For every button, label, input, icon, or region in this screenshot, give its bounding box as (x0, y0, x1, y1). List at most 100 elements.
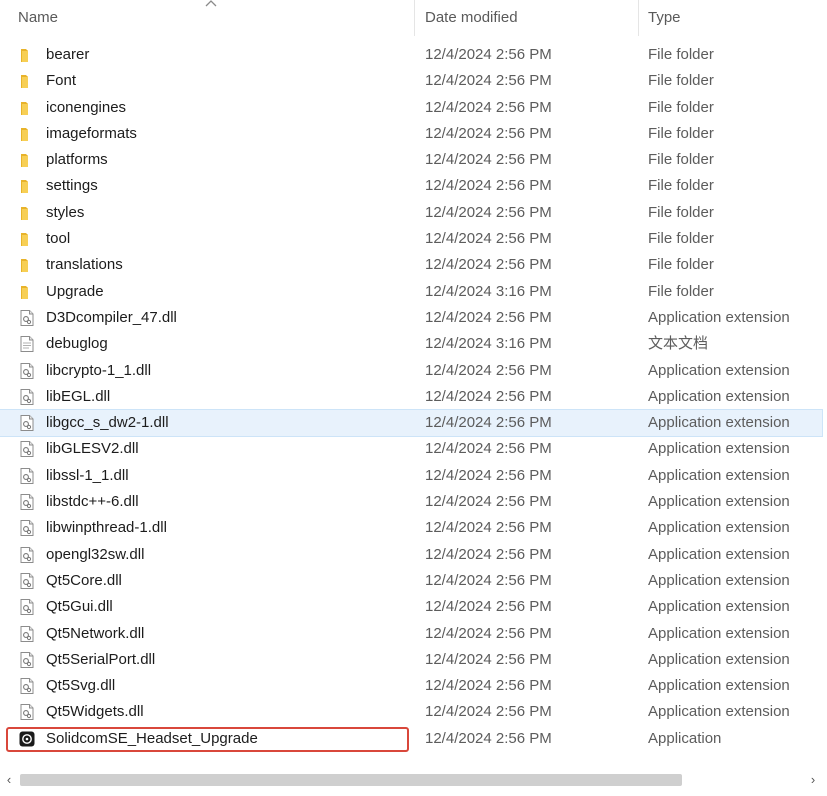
file-type: File folder (648, 72, 714, 90)
dll-file-icon (18, 467, 36, 485)
file-row[interactable]: Qt5Widgets.dll 12/4/2024 2:56 PM Applicati… (0, 699, 822, 725)
horizontal-scrollbar[interactable]: ‹ › (0, 768, 827, 792)
file-name: iconengines (46, 98, 127, 116)
scroll-right-arrow-icon[interactable]: › (806, 772, 820, 788)
file-date-modified: 12/4/2024 2:56 PM (425, 46, 552, 63)
folder-icon (18, 46, 36, 64)
file-row[interactable]: iconengines 12/4/2024 2:56 PM File folder (0, 95, 822, 121)
file-row[interactable]: settings 12/4/2024 2:56 PM File folder (0, 173, 822, 199)
file-name: Upgrade (46, 282, 104, 300)
file-date-modified: 12/4/2024 2:56 PM (425, 466, 552, 484)
file-date-modified: 12/4/2024 2:56 PM (425, 414, 552, 432)
dll-file-icon (18, 625, 36, 643)
file-row-highlighted[interactable]: SolidcomSE_Headset_Upgrade 12/4/2024 2:56… (0, 726, 822, 752)
file-row[interactable]: Qt5Gui.dll 12/4/2024 2:56 PM Application e… (0, 594, 822, 620)
file-row[interactable]: translations 12/4/2024 2:56 PM File folder (0, 252, 822, 278)
file-row[interactable]: libssl-1_1.dll 12/4/2024 2:56 PM Applicati… (0, 463, 822, 489)
folder-icon (18, 125, 36, 143)
column-header-bar: Name Date modified Type (0, 0, 827, 36)
file-name: libwinpthread-1.dll (46, 519, 167, 537)
dll-file-icon (18, 388, 36, 406)
file-date-modified: 12/4/2024 2:56 PM (425, 203, 552, 221)
file-type: Application extension (648, 677, 790, 695)
file-date-modified: 12/4/2024 2:56 PM (425, 440, 552, 458)
file-date-modified: 12/4/2024 2:56 PM (425, 729, 552, 747)
file-type: Application extension (648, 519, 790, 537)
file-date-modified: 12/4/2024 2:56 PM (425, 361, 552, 379)
file-name: Qt5Widgets.dll (46, 703, 144, 721)
file-date-modified: 12/4/2024 2:56 PM (425, 387, 552, 405)
scrollbar-thumb[interactable] (20, 774, 682, 786)
dll-file-icon (18, 572, 36, 590)
file-date-modified: 12/4/2024 2:56 PM (425, 72, 552, 90)
file-type: Application extension (648, 545, 790, 563)
file-row[interactable]: libwinpthread-1.dll 12/4/2024 2:56 PM Appl… (0, 515, 822, 541)
file-name: Qt5Gui.dll (46, 598, 113, 616)
file-type: Application extension (648, 598, 790, 616)
file-date-modified: 12/4/2024 3:16 PM (425, 335, 552, 353)
scrollbar-track[interactable] (20, 774, 802, 786)
folder-icon (18, 230, 36, 248)
file-row[interactable]: libgcc_s_dw2-1.dll 12/4/2024 2:56 PM Appli… (0, 409, 823, 438)
file-row[interactable]: bearer 12/4/2024 2:56 PM File folder (0, 42, 822, 68)
file-type: Application extension (648, 624, 790, 642)
file-row[interactable]: tool 12/4/2024 2:56 PM File folder (0, 226, 822, 252)
file-row[interactable]: platforms 12/4/2024 2:56 PM File folder (0, 147, 822, 173)
file-name: platforms (46, 151, 108, 169)
folder-icon (18, 151, 36, 169)
file-date-modified: 12/4/2024 2:56 PM (425, 598, 552, 616)
column-header-type[interactable]: Type (648, 0, 818, 36)
file-date-modified: 12/4/2024 2:56 PM (425, 98, 552, 116)
file-date-modified: 12/4/2024 2:56 PM (425, 230, 552, 248)
file-type: Application extension (648, 571, 790, 589)
file-name: D3Dcompiler_47.dll (46, 308, 177, 326)
dll-file-icon (18, 598, 36, 616)
file-name: settings (46, 177, 98, 195)
file-date-modified: 12/4/2024 2:56 PM (425, 545, 552, 563)
file-row[interactable]: opengl32sw.dll 12/4/2024 2:56 PM Applicati… (0, 542, 822, 568)
file-row[interactable]: Font 12/4/2024 2:56 PM File folder (0, 68, 822, 94)
file-date-modified: 12/4/2024 2:56 PM (425, 571, 552, 589)
file-row[interactable]: libcrypto-1_1.dll 12/4/2024 2:56 PM Applic… (0, 358, 822, 384)
file-type: File folder (648, 151, 714, 169)
file-row[interactable]: imageformats 12/4/2024 2:56 PM File folder (0, 121, 822, 147)
file-name: Qt5Core.dll (46, 571, 122, 589)
file-type: Application extension (648, 703, 790, 721)
file-type: Application extension (648, 308, 790, 326)
file-type: File folder (648, 256, 714, 274)
dll-file-icon (18, 703, 36, 721)
scroll-left-arrow-icon[interactable]: ‹ (2, 772, 16, 788)
file-name: libstdc++-6.dll (46, 493, 139, 511)
file-date-modified: 12/4/2024 2:56 PM (425, 703, 552, 721)
file-name: libGLESV2.dll (46, 440, 139, 458)
file-row[interactable]: styles 12/4/2024 2:56 PM File folder (0, 200, 822, 226)
file-row[interactable]: D3Dcompiler_47.dll 12/4/2024 2:56 PM Appli… (0, 305, 822, 331)
file-type: Application extension (648, 440, 790, 458)
file-date-modified: 12/4/2024 2:56 PM (425, 650, 552, 668)
dll-file-icon (18, 519, 36, 537)
file-type: File folder (648, 177, 714, 195)
file-date-modified: 12/4/2024 2:56 PM (425, 493, 552, 511)
file-date-modified: 12/4/2024 2:56 PM (425, 519, 552, 537)
file-row[interactable]: libGLESV2.dll 12/4/2024 2:56 PM Applicatio… (0, 436, 822, 462)
file-row[interactable]: debuglog 12/4/2024 3:16 PM 文本文档 (0, 331, 822, 357)
file-row[interactable]: Upgrade 12/4/2024 3:16 PM File folder (0, 279, 822, 305)
file-type: Application extension (648, 387, 790, 405)
file-row[interactable]: Qt5Svg.dll 12/4/2024 2:56 PM Application e… (0, 673, 822, 699)
column-divider[interactable] (414, 0, 415, 36)
file-type: File folder (648, 124, 714, 142)
file-list: bearer 12/4/2024 2:56 PM File folder Font 12… (0, 42, 827, 752)
dll-file-icon (18, 414, 36, 432)
dll-file-icon (18, 440, 36, 458)
file-row[interactable]: Qt5SerialPort.dll 12/4/2024 2:56 PM Applic… (0, 647, 822, 673)
column-header-date-modified[interactable]: Date modified (425, 0, 635, 36)
file-name: libssl-1_1.dll (46, 466, 129, 484)
file-row[interactable]: Qt5Network.dll 12/4/2024 2:56 PM Applicati… (0, 621, 822, 647)
file-row[interactable]: libstdc++-6.dll 12/4/2024 2:56 PM Applicat… (0, 489, 822, 515)
file-row[interactable]: Qt5Core.dll 12/4/2024 2:56 PM Application … (0, 568, 822, 594)
file-type: Application (648, 729, 722, 747)
file-name: bearer (46, 46, 90, 63)
file-row[interactable]: libEGL.dll 12/4/2024 2:56 PM Application e… (0, 384, 822, 410)
column-divider[interactable] (638, 0, 639, 36)
file-name: Qt5Network.dll (46, 624, 145, 642)
